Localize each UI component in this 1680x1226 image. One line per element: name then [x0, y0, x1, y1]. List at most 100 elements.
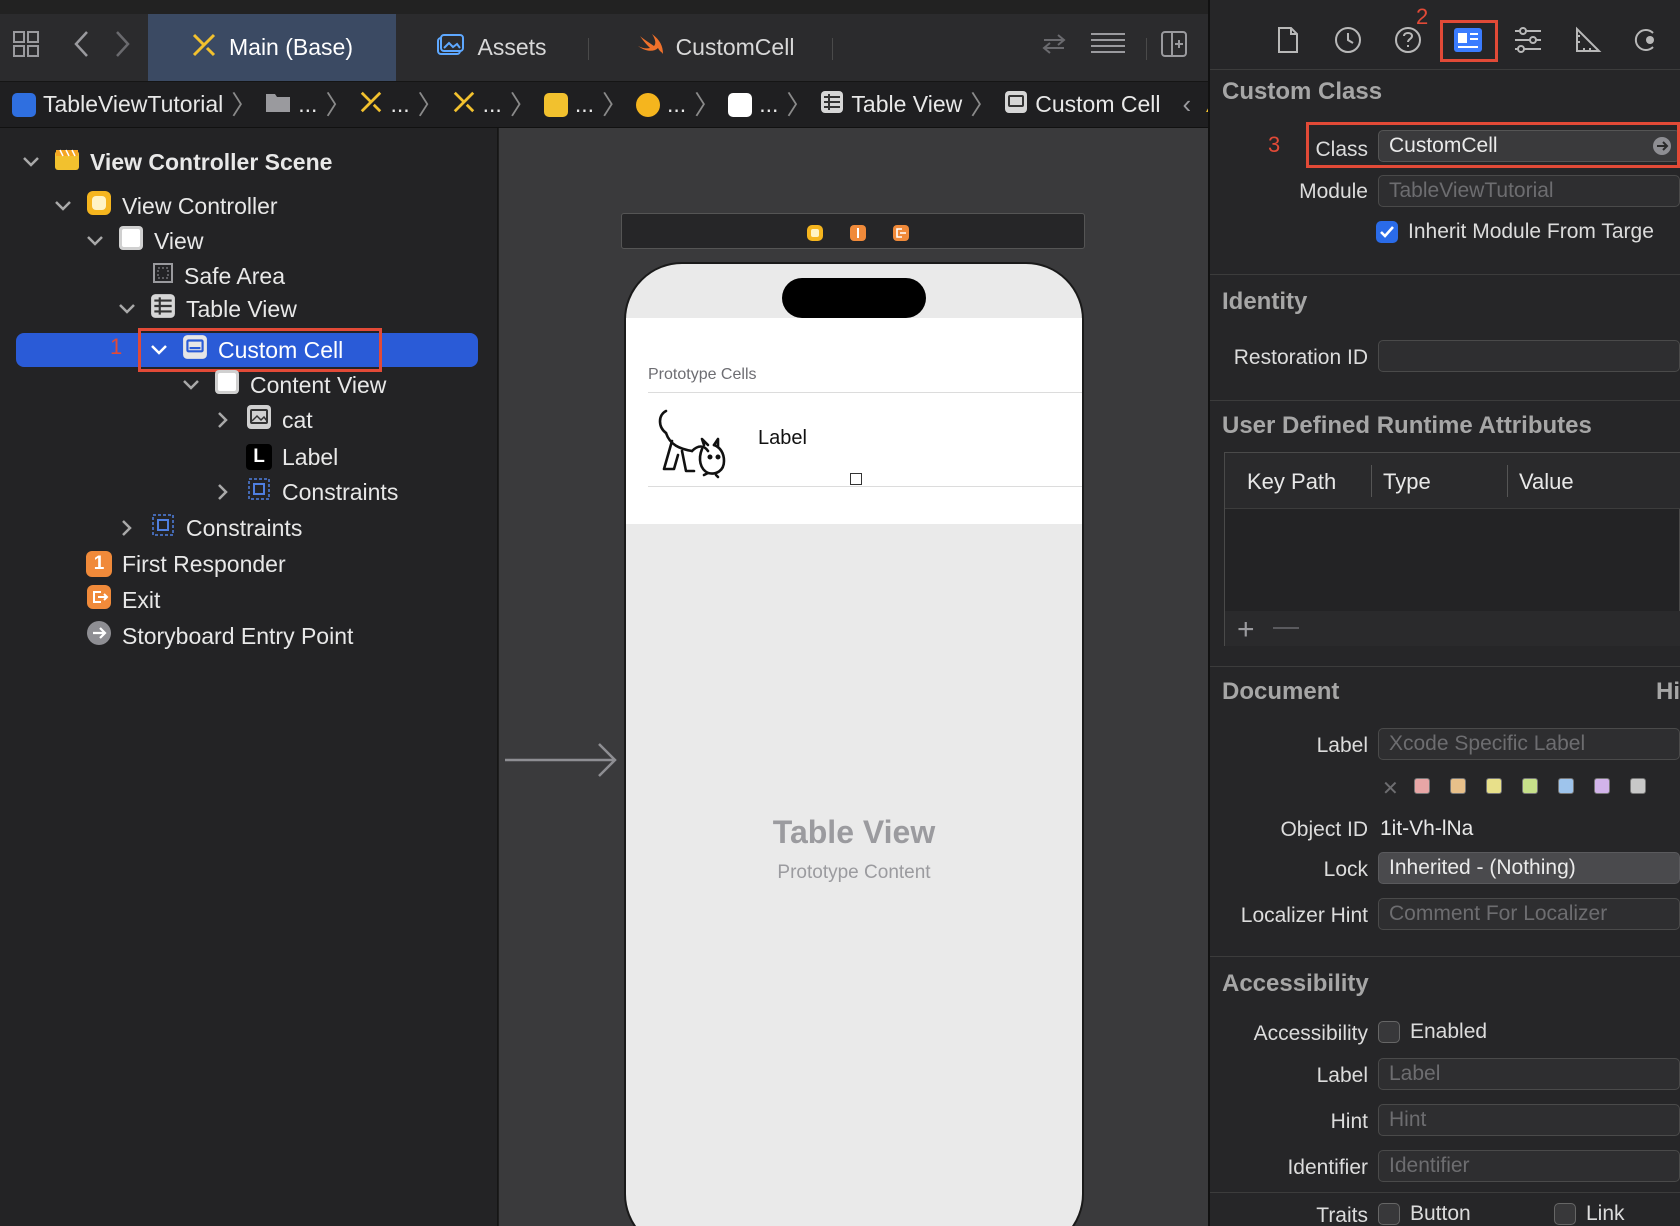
restoration-id-label: Restoration ID — [1233, 346, 1368, 369]
view-controller-icon[interactable] — [806, 224, 824, 247]
restoration-id-field[interactable] — [1378, 340, 1680, 372]
scene-dock[interactable] — [621, 213, 1085, 249]
outline-item-scene[interactable]: View Controller Scene — [54, 145, 332, 179]
outline-label: Constraints — [282, 478, 399, 505]
outline-item-label[interactable]: L Label — [246, 440, 338, 474]
breadcrumb-folder[interactable]: ... — [265, 91, 317, 119]
tab-assets[interactable]: Assets — [396, 14, 586, 81]
storyboard-icon — [191, 32, 217, 64]
resize-handle[interactable] — [850, 473, 862, 485]
file-icon[interactable] — [1272, 24, 1304, 56]
disclosure-right-icon[interactable] — [212, 481, 234, 503]
accessibility-enabled-checkbox[interactable] — [1378, 1021, 1400, 1043]
breadcrumb-storyboard-base[interactable]: ... — [452, 90, 502, 120]
chevron-right-icon: 〉 — [231, 89, 258, 120]
divider — [1146, 38, 1147, 60]
back-arrow-icon[interactable] — [64, 26, 100, 62]
hint-field[interactable]: Hint — [1378, 1104, 1680, 1136]
outline-item-view[interactable]: View — [118, 224, 203, 258]
size-ruler-icon[interactable] — [1572, 24, 1604, 56]
disclosure-down-icon[interactable] — [52, 195, 74, 217]
outline-label: Exit — [122, 586, 161, 613]
traits-label: Traits — [1316, 1204, 1368, 1226]
clear-color-icon[interactable]: ✕ — [1382, 776, 1399, 801]
outline-item-table-view[interactable]: Table View — [150, 292, 297, 326]
lines-icon[interactable] — [1086, 26, 1130, 62]
prototype-cells-header: Prototype Cells — [648, 366, 757, 383]
identifier-field[interactable]: Identifier — [1378, 1150, 1680, 1182]
add-editor-icon[interactable] — [1156, 26, 1192, 62]
trait-link-label: Link — [1586, 1202, 1625, 1225]
outline-label: Label — [282, 443, 339, 470]
runtime-attributes-table[interactable]: Key Path Type Value + — [1224, 452, 1680, 646]
remove-attribute-icon[interactable] — [1273, 627, 1299, 629]
color-swatch-red[interactable] — [1414, 778, 1430, 794]
swap-arrows-icon[interactable] — [1036, 26, 1072, 62]
color-swatch-yellow[interactable] — [1486, 778, 1502, 794]
disclosure-right-icon[interactable] — [116, 517, 138, 539]
prototype-cell[interactable]: Label — [626, 393, 1082, 485]
column-key-path[interactable]: Key Path — [1247, 469, 1336, 495]
accessibility-title: Accessibility — [1222, 970, 1369, 997]
outline-item-cat[interactable]: cat — [246, 403, 313, 437]
disclosure-down-icon[interactable] — [20, 151, 42, 173]
color-swatch-orange[interactable] — [1450, 778, 1466, 794]
add-attribute-icon[interactable]: + — [1237, 615, 1255, 645]
lock-popup[interactable]: Inherited - (Nothing) — [1378, 852, 1680, 884]
localizer-hint-field[interactable]: Comment For Localizer — [1378, 898, 1680, 930]
document-label-field[interactable]: Xcode Specific Label — [1378, 728, 1680, 760]
tab-main-base[interactable]: Main (Base) — [148, 14, 396, 81]
scene-icon — [543, 92, 568, 117]
acc-label-field[interactable]: Label — [1378, 1058, 1680, 1090]
outline-item-constraints-inner[interactable]: Constraints — [246, 475, 398, 509]
breadcrumb-label: ... — [759, 91, 779, 117]
tab-customcell[interactable]: CustomCell — [600, 14, 830, 81]
breadcrumb-project[interactable]: TableViewTutorial — [12, 91, 223, 118]
breadcrumb-view-controller[interactable]: ... — [636, 91, 686, 118]
color-swatch-gray[interactable] — [1630, 778, 1646, 794]
grid-icon[interactable] — [8, 26, 44, 62]
trait-button-checkbox[interactable] — [1378, 1203, 1400, 1225]
breadcrumb-view[interactable]: ... — [728, 91, 778, 118]
disclosure-right-icon[interactable] — [212, 409, 234, 431]
breadcrumb-storyboard[interactable]: ... — [359, 90, 410, 120]
forward-arrow-icon[interactable] — [104, 26, 140, 62]
cell-label[interactable]: Label — [758, 427, 807, 450]
outline-item-entry-point[interactable]: Storyboard Entry Point — [86, 619, 353, 653]
history-icon[interactable] — [1332, 24, 1364, 56]
exit-icon[interactable] — [892, 224, 910, 247]
color-swatch-purple[interactable] — [1594, 778, 1610, 794]
attributes-icon[interactable] — [1512, 24, 1544, 56]
outline-item-content-view[interactable]: Content View — [214, 368, 386, 402]
breadcrumb-scene[interactable]: ... — [543, 91, 594, 118]
color-swatch-green[interactable] — [1522, 778, 1538, 794]
first-responder-icon[interactable] — [849, 224, 867, 247]
inherit-module-checkbox[interactable] — [1376, 221, 1398, 243]
color-swatch-blue[interactable] — [1558, 778, 1574, 794]
divider — [588, 38, 589, 60]
column-value[interactable]: Value — [1519, 469, 1574, 495]
hint-label: Hint — [1330, 1110, 1368, 1133]
outline-item-view-controller[interactable]: View Controller — [86, 189, 278, 223]
outline-item-safe-area[interactable]: Safe Area — [152, 259, 285, 293]
module-field[interactable]: TableViewTutorial — [1378, 175, 1680, 207]
chevron-left-icon[interactable]: ‹ — [1183, 89, 1192, 120]
trait-link-checkbox[interactable] — [1554, 1203, 1576, 1225]
outline-item-first-responder[interactable]: 1 First Responder — [86, 547, 286, 581]
disclosure-down-icon[interactable] — [180, 374, 202, 396]
outline-item-constraints-outer[interactable]: Constraints — [150, 511, 302, 545]
outline-item-exit[interactable]: Exit — [86, 583, 160, 617]
disclosure-down-icon[interactable] — [84, 230, 106, 252]
column-type[interactable]: Type — [1383, 469, 1431, 495]
constraints-icon — [150, 512, 176, 544]
trait-button-label: Button — [1410, 1202, 1471, 1225]
hide-link[interactable]: Hi — [1656, 678, 1680, 706]
iphone-preview[interactable]: Prototype Cells Label Table View Prototy… — [624, 262, 1084, 1226]
connections-icon[interactable] — [1630, 24, 1662, 56]
cat-image[interactable] — [652, 405, 728, 484]
project-icon — [12, 92, 36, 117]
entry-point-arrow-icon[interactable] — [505, 740, 621, 785]
disclosure-down-icon[interactable] — [116, 298, 138, 320]
breadcrumb-table-view[interactable]: Table View — [820, 90, 962, 120]
breadcrumb-custom-cell[interactable]: Custom Cell — [1004, 90, 1161, 120]
